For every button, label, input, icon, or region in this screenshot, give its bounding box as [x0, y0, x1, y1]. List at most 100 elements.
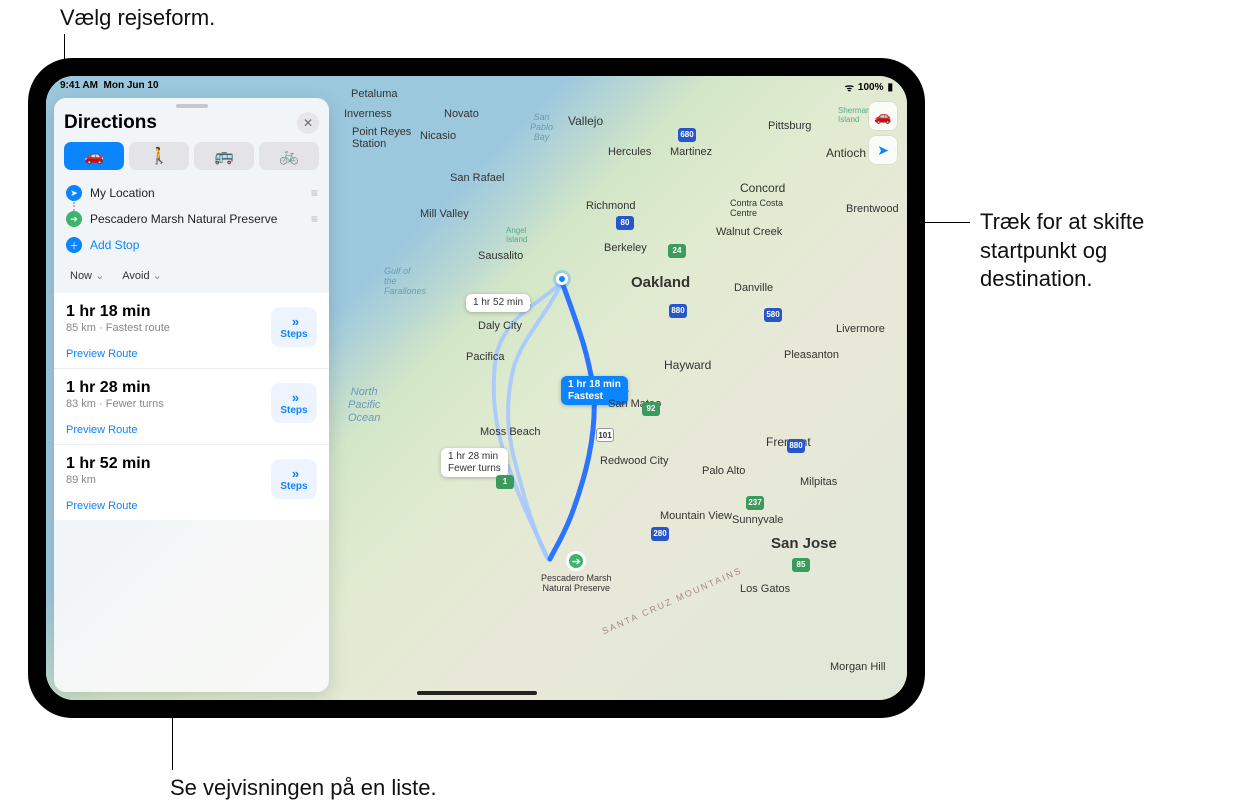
- steps-label: Steps: [280, 481, 307, 492]
- steps-button[interactable]: »Steps: [271, 307, 317, 347]
- city-millvalley: Mill Valley: [420, 208, 469, 220]
- shield-i580: 580: [764, 308, 782, 322]
- city-inverness: Inverness: [344, 108, 392, 120]
- steps-label: Steps: [280, 405, 307, 416]
- route-card[interactable]: 1 hr 18 min 85 km · Fastest route »Steps…: [54, 293, 329, 369]
- current-location-pin[interactable]: [556, 273, 568, 285]
- annotation-top: Vælg rejseform.: [60, 4, 215, 33]
- shield-92: 92: [642, 402, 660, 416]
- shield-i280: 280: [651, 527, 669, 541]
- city-sanrafael: San Rafael: [450, 172, 504, 184]
- walk-icon: 🚶: [149, 146, 169, 166]
- city-oakland: Oakland: [631, 274, 690, 291]
- plus-icon: ＋: [66, 237, 82, 253]
- city-mountainview: Mountain View: [660, 510, 732, 522]
- route-options: Now Avoid: [64, 266, 319, 285]
- wifi-icon: ᯤ: [845, 80, 854, 94]
- route-callout-alt1[interactable]: 1 hr 28 min Fewer turns: [441, 448, 508, 477]
- route-callout-alt2[interactable]: 1 hr 52 min: [466, 294, 530, 312]
- city-novato: Novato: [444, 108, 479, 120]
- preview-route-link[interactable]: Preview Route: [66, 424, 317, 436]
- stop-to[interactable]: ➔ Pescadero Marsh Natural Preserve ≡: [64, 206, 319, 232]
- city-milpitas: Milpitas: [800, 476, 837, 488]
- stop-from-label: My Location: [90, 186, 155, 200]
- city-concord: Concord: [740, 181, 785, 195]
- drag-handle-icon[interactable]: ≡: [311, 186, 317, 200]
- shield-i880-2: 880: [787, 439, 805, 453]
- main-route-path: [550, 282, 594, 559]
- city-martinez: Martinez: [670, 146, 712, 158]
- city-pittsburg: Pittsburg: [768, 120, 811, 132]
- city-pointreyes: Point Reyes Station: [352, 126, 411, 150]
- city-losgatos: Los Gatos: [740, 583, 790, 595]
- stop-to-label: Pescadero Marsh Natural Preserve: [90, 212, 277, 226]
- stop-from[interactable]: ➤ My Location ≡: [64, 180, 319, 206]
- city-pleasanton: Pleasanton: [784, 349, 839, 361]
- stops-list: ➤ My Location ≡ ➔ Pescadero Marsh Natura…: [64, 180, 319, 258]
- city-pacifica: Pacifica: [466, 351, 505, 363]
- locate-button[interactable]: ➤: [869, 136, 897, 164]
- shield-i680: 680: [678, 128, 696, 142]
- city-sunnyvale: Sunnyvale: [732, 514, 783, 526]
- shield-i880: 880: [669, 304, 687, 318]
- mode-transit[interactable]: 🚌: [194, 142, 254, 170]
- city-richmond: Richmond: [586, 200, 636, 212]
- annotation-bottom: Se vejvisningen på en liste.: [170, 774, 437, 803]
- label-contracosta: Contra Costa Centre: [730, 198, 783, 218]
- shield-i80: 80: [616, 216, 634, 230]
- ipad-device-frame: North Pacific Ocean 1 hr 18 min Fastest …: [28, 58, 925, 718]
- bicycle-icon: 🚲: [279, 146, 299, 166]
- route-card[interactable]: 1 hr 28 min 83 km · Fewer turns »Steps P…: [54, 369, 329, 445]
- shield-85: 85: [792, 558, 810, 572]
- close-button[interactable]: ✕: [297, 112, 319, 134]
- screen: North Pacific Ocean 1 hr 18 min Fastest …: [46, 76, 907, 700]
- preview-route-link[interactable]: Preview Route: [66, 500, 317, 512]
- city-hayward: Hayward: [664, 358, 711, 372]
- destination-icon: ➔: [66, 211, 82, 227]
- map-controls: 🚗 ➤: [869, 102, 897, 164]
- steps-button[interactable]: »Steps: [271, 459, 317, 499]
- steps-label: Steps: [280, 329, 307, 340]
- depart-time-selector[interactable]: Now: [64, 266, 110, 285]
- route-results[interactable]: 1 hr 18 min 85 km · Fastest route »Steps…: [54, 293, 329, 692]
- status-time: 9:41 AM: [60, 80, 98, 91]
- city-livermore: Livermore: [836, 323, 885, 335]
- city-paloalto: Palo Alto: [702, 465, 745, 477]
- destination-pin[interactable]: ➔ Pescadero Marsh Natural Preserve: [541, 551, 612, 593]
- double-chevron-icon: »: [292, 390, 296, 405]
- car-icon: 🚗: [84, 146, 104, 166]
- city-nicasio: Nicasio: [420, 130, 456, 142]
- callout-sub: Fewer turns: [448, 463, 501, 475]
- map-mode-button[interactable]: 🚗: [869, 102, 897, 130]
- city-antioch: Antioch: [826, 146, 866, 160]
- city-morganhill: Morgan Hill: [830, 661, 886, 673]
- city-sausalito: Sausalito: [478, 250, 523, 262]
- shield-24: 24: [668, 244, 686, 258]
- shield-101: 101: [596, 428, 614, 442]
- double-chevron-icon: »: [292, 314, 296, 329]
- close-icon: ✕: [303, 116, 313, 130]
- preview-route-link[interactable]: Preview Route: [66, 348, 317, 360]
- city-hercules: Hercules: [608, 146, 651, 158]
- mode-drive[interactable]: 🚗: [64, 142, 124, 170]
- mode-cycle[interactable]: 🚲: [259, 142, 319, 170]
- add-stop-label: Add Stop: [90, 238, 139, 252]
- add-stop-button[interactable]: ＋ Add Stop: [64, 232, 319, 258]
- avoid-selector[interactable]: Avoid: [116, 266, 168, 285]
- steps-button[interactable]: »Steps: [271, 383, 317, 423]
- city-mossbeach: Moss Beach: [480, 426, 541, 438]
- label-sanpablobay: San Pablo Bay: [530, 112, 553, 142]
- battery-icon: ▮: [887, 82, 893, 93]
- status-battery: 100%: [858, 82, 884, 93]
- home-indicator[interactable]: [417, 691, 537, 695]
- city-danville: Danville: [734, 282, 773, 294]
- drag-handle-icon[interactable]: ≡: [311, 212, 317, 226]
- label-gulf: Gulf of the Farallones: [384, 266, 426, 296]
- city-berkeley: Berkeley: [604, 242, 647, 254]
- mode-walk[interactable]: 🚶: [129, 142, 189, 170]
- route-card[interactable]: 1 hr 52 min 89 km »Steps Preview Route: [54, 445, 329, 520]
- car-icon: 🚗: [874, 108, 891, 125]
- status-date: Mon Jun 10: [104, 80, 159, 91]
- status-bar: 9:41 AM Mon Jun 10 ᯤ 100% ▮: [46, 80, 907, 94]
- panel-grabber[interactable]: [176, 104, 208, 108]
